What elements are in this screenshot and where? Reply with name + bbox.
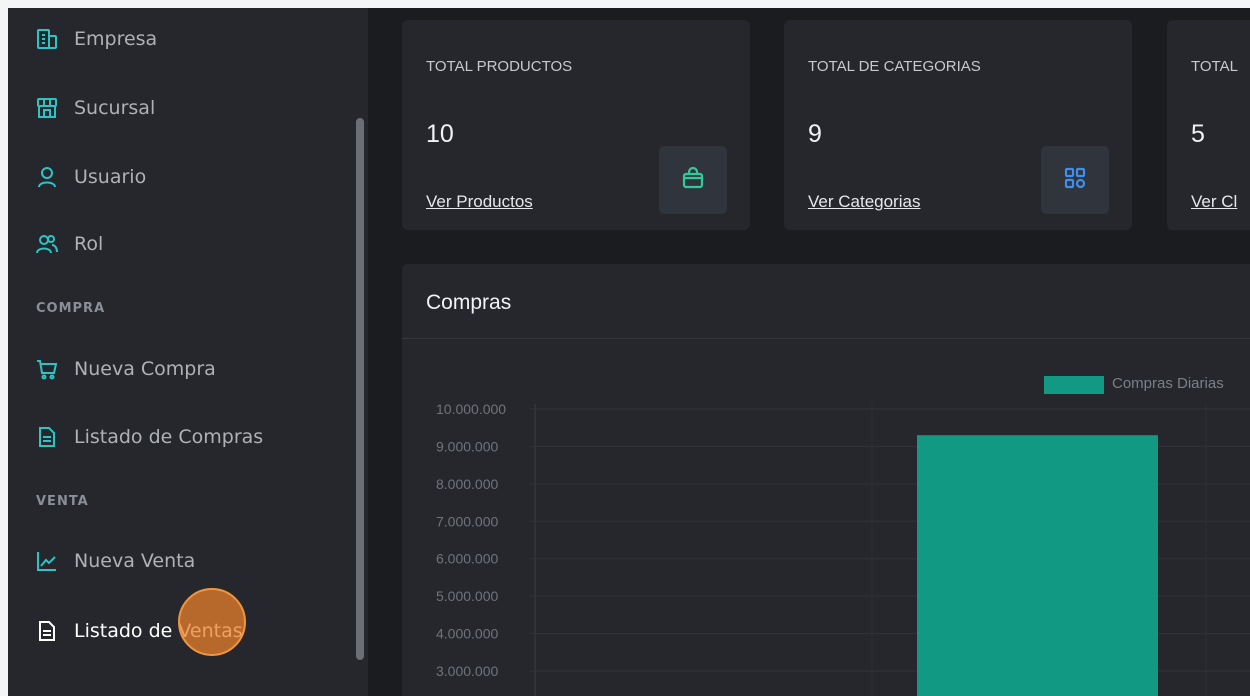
sidebar-item-label: Nueva Compra bbox=[74, 358, 216, 380]
sidebar-item-label: Listado de Ventas bbox=[74, 620, 243, 642]
store-icon bbox=[36, 97, 58, 119]
y-tick-label: 3.000.000 bbox=[436, 663, 498, 679]
building-icon bbox=[36, 28, 58, 50]
bar-chart: 10.000.000 9.000.000 8.000.000 7.000.000 6.0… bbox=[436, 401, 1250, 696]
card-icon-box bbox=[659, 146, 727, 214]
section-label-venta: VENTA bbox=[36, 494, 89, 509]
compras-chart-panel: Compras Compras Diarias 10.000.000 9.000.… bbox=[402, 264, 1250, 696]
card-total-clientes: TOTAL 5 Ver Cl bbox=[1167, 20, 1250, 230]
y-tick-label: 8.000.000 bbox=[436, 476, 498, 492]
card-title: TOTAL bbox=[1191, 58, 1238, 75]
bar-compras-diarias[interactable] bbox=[917, 435, 1158, 696]
y-tick-label: 5.000.000 bbox=[436, 588, 498, 604]
y-tick-label: 10.000.000 bbox=[436, 401, 506, 417]
users-icon bbox=[36, 233, 58, 255]
chart-line-icon bbox=[36, 550, 58, 572]
ver-categorias-link[interactable]: Ver Categorias bbox=[808, 192, 920, 212]
document-icon bbox=[36, 426, 58, 448]
y-tick-label: 6.000.000 bbox=[436, 551, 498, 567]
card-icon-box bbox=[1041, 146, 1109, 214]
y-tick-label: 9.000.000 bbox=[436, 438, 498, 454]
sidebar-item-sucursal[interactable]: Sucursal bbox=[36, 97, 155, 119]
sidebar-item-label: Empresa bbox=[74, 28, 158, 50]
sidebar-item-label: Sucursal bbox=[74, 97, 156, 119]
sidebar-item-label: Rol bbox=[74, 233, 104, 255]
card-title: TOTAL DE CATEGORIAS bbox=[808, 58, 981, 75]
sidebar-item-usuario[interactable]: Usuario bbox=[36, 166, 146, 188]
card-value: 9 bbox=[808, 120, 822, 148]
card-value: 5 bbox=[1191, 120, 1205, 148]
sidebar-item-label: Listado de Compras bbox=[74, 426, 264, 448]
sidebar-item-empresa[interactable]: Empresa bbox=[36, 28, 157, 50]
sidebar-scrollbar[interactable] bbox=[356, 118, 364, 660]
section-label-compra: COMPRA bbox=[36, 301, 106, 316]
sidebar-item-listado-ventas[interactable]: Listado de Ventas bbox=[36, 620, 243, 642]
sidebar-item-listado-compras[interactable]: Listado de Compras bbox=[36, 426, 263, 448]
cart-icon bbox=[36, 358, 58, 380]
card-title: TOTAL PRODUCTOS bbox=[426, 58, 573, 75]
grid-icon bbox=[1063, 166, 1087, 194]
app-frame: Empresa Sucursal Usuario Rol COMPRA Nuev… bbox=[8, 8, 1250, 696]
sidebar-item-rol[interactable]: Rol bbox=[36, 233, 103, 255]
card-value: 10 bbox=[426, 120, 454, 148]
ver-productos-link[interactable]: Ver Productos bbox=[426, 192, 533, 212]
bag-icon bbox=[681, 166, 705, 194]
sidebar-item-label: Nueva Venta bbox=[74, 550, 196, 572]
ver-clientes-link[interactable]: Ver Cl bbox=[1191, 192, 1237, 212]
card-total-categorias: TOTAL DE CATEGORIAS 9 Ver Categorias bbox=[784, 20, 1132, 230]
sidebar-item-nueva-compra[interactable]: Nueva Compra bbox=[36, 358, 216, 380]
sidebar: Empresa Sucursal Usuario Rol COMPRA Nuev… bbox=[8, 8, 368, 696]
y-tick-label: 7.000.000 bbox=[436, 513, 498, 529]
sidebar-item-label: Usuario bbox=[74, 166, 147, 188]
user-icon bbox=[36, 166, 58, 188]
sidebar-item-nueva-venta[interactable]: Nueva Venta bbox=[36, 550, 195, 572]
card-total-productos: TOTAL PRODUCTOS 10 Ver Productos bbox=[402, 20, 750, 230]
y-tick-label: 4.000.000 bbox=[436, 626, 498, 642]
document-icon bbox=[36, 620, 58, 642]
